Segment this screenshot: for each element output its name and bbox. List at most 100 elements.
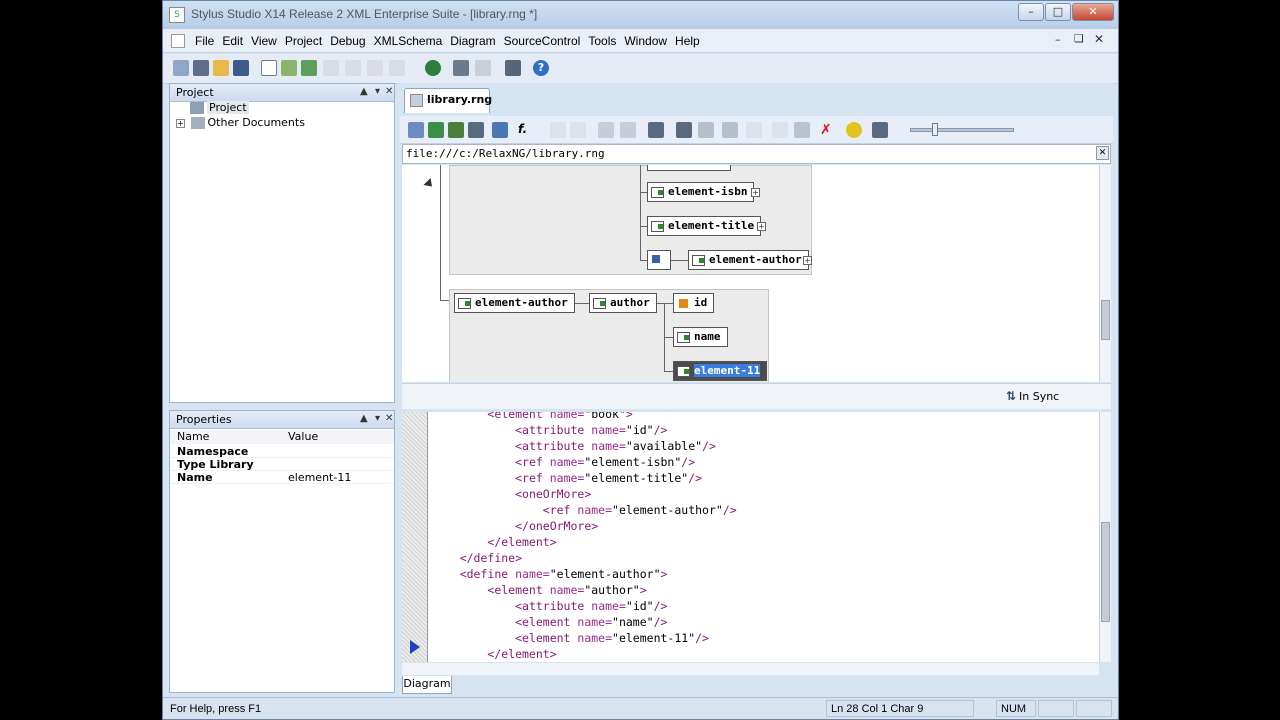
code-line[interactable]: </oneOrMore>: [432, 518, 598, 534]
code-horizontal-scrollbar[interactable]: [402, 663, 1099, 675]
tree-item-project[interactable]: Project: [190, 101, 249, 114]
fit-icon[interactable]: [872, 122, 888, 138]
code-line[interactable]: <element name="author">: [432, 582, 646, 598]
node-author[interactable]: author: [589, 293, 657, 313]
redo-icon[interactable]: [475, 60, 491, 76]
property-value[interactable]: element-11: [288, 471, 351, 484]
code-line[interactable]: <ref name="element-author"/>: [432, 502, 737, 518]
download-icon[interactable]: [468, 122, 484, 138]
menu-help[interactable]: Help: [671, 29, 704, 53]
mdi-restore-icon[interactable]: ❏: [1074, 32, 1084, 45]
menu-diagram[interactable]: Diagram: [446, 29, 499, 53]
function-icon[interactable]: f.: [518, 122, 534, 138]
code-line[interactable]: <oneOrMore>: [432, 486, 591, 502]
cut-icon[interactable]: [323, 60, 339, 76]
refresh-icon[interactable]: [301, 60, 317, 76]
close-panel-icon[interactable]: ✕: [385, 86, 393, 97]
node-element-author-define[interactable]: element-author: [454, 293, 575, 313]
paste-node-icon[interactable]: [620, 122, 636, 138]
close-window-button[interactable]: ✕: [1072, 3, 1114, 21]
undo-icon[interactable]: [453, 60, 469, 76]
sync-icon[interactable]: ⇅: [1006, 389, 1016, 403]
add-attribute-icon[interactable]: [698, 122, 714, 138]
open-folder-icon[interactable]: [213, 60, 229, 76]
node-attribute-id[interactable]: id: [673, 293, 715, 313]
code-vertical-scrollbar[interactable]: [1099, 412, 1111, 662]
scrollbar-thumb[interactable]: [1101, 522, 1110, 622]
new-project-icon[interactable]: [173, 60, 189, 76]
schema-diagram[interactable]: element-isbn + element-title + element-a…: [402, 165, 1099, 382]
menu-file[interactable]: File: [191, 29, 218, 53]
paste-icon[interactable]: [367, 60, 383, 76]
maximize-button[interactable]: □: [1045, 3, 1071, 21]
menu-project[interactable]: Project: [281, 29, 326, 53]
tree-layout-icon[interactable]: [648, 122, 664, 138]
close-panel-icon[interactable]: ✕: [385, 413, 393, 424]
code-line[interactable]: <define name="element-author">: [432, 566, 668, 582]
document-icon[interactable]: [171, 34, 185, 48]
code-line[interactable]: <attribute name="available"/>: [432, 438, 716, 454]
menu-view[interactable]: View: [247, 29, 281, 53]
dropdown-icon[interactable]: ▾: [375, 86, 380, 97]
convert-icon[interactable]: [492, 122, 508, 138]
pin-icon[interactable]: ▲: [360, 413, 368, 424]
delete-node-icon[interactable]: ✗: [820, 122, 836, 138]
move-up-icon[interactable]: [794, 122, 810, 138]
code-line[interactable]: <attribute name="id"/>: [432, 598, 667, 614]
save-icon[interactable]: [233, 60, 249, 76]
property-row[interactable]: Name element-11: [170, 471, 394, 484]
validate-icon[interactable]: [425, 60, 441, 76]
url-field[interactable]: file:///c:/RelaxNG/library.rng: [402, 144, 1111, 164]
help-icon[interactable]: ?: [533, 60, 549, 76]
tab-library-rng[interactable]: library.rng *: [404, 88, 492, 128]
download-icon[interactable]: [193, 60, 209, 76]
window-layout-icon[interactable]: [261, 60, 277, 76]
menu-debug[interactable]: Debug: [326, 29, 369, 53]
expand-icon[interactable]: +: [176, 118, 185, 128]
code-line[interactable]: <element name="book">: [432, 412, 632, 422]
node-element-isbn[interactable]: element-isbn: [647, 182, 755, 202]
delete-icon[interactable]: [389, 60, 405, 76]
validate-schema-icon[interactable]: [428, 122, 444, 138]
code-line[interactable]: </define>: [432, 550, 522, 566]
node-element-title[interactable]: element-title: [647, 216, 762, 236]
code-editor[interactable]: <element name="book"> <attribute name="i…: [402, 412, 1099, 662]
node-element-11[interactable]: element-11: [673, 361, 768, 381]
validate-all-icon[interactable]: [448, 122, 464, 138]
minimize-button[interactable]: –: [1018, 3, 1044, 21]
menu-sourcecontrol[interactable]: SourceControl: [500, 29, 585, 53]
expand-icon[interactable]: +: [757, 222, 766, 231]
close-url-icon[interactable]: ✕: [1096, 146, 1109, 160]
menu-xmlschema[interactable]: XMLSchema: [370, 29, 447, 53]
copy-icon[interactable]: [345, 60, 361, 76]
node-element-author-ref[interactable]: element-author: [688, 250, 809, 270]
dropdown-icon[interactable]: ▾: [375, 413, 380, 424]
code-line[interactable]: <element name="element-11"/>: [432, 630, 709, 646]
new-document-icon[interactable]: [281, 60, 297, 76]
add-group-icon[interactable]: [722, 122, 738, 138]
add-element-icon[interactable]: [676, 122, 692, 138]
diagram-vertical-scrollbar[interactable]: [1099, 165, 1111, 382]
code-line[interactable]: <ref name="element-title"/>: [432, 470, 702, 486]
scrollbar-thumb[interactable]: [1101, 300, 1110, 340]
pin-icon[interactable]: ▲: [360, 86, 368, 97]
mdi-close-icon[interactable]: ✕: [1094, 32, 1104, 46]
code-line[interactable]: </element>: [432, 534, 556, 550]
comment-icon[interactable]: [846, 122, 862, 138]
zoom-slider[interactable]: [910, 128, 1014, 132]
menu-window[interactable]: Window: [620, 29, 671, 53]
code-line[interactable]: <element name="name"/>: [432, 614, 667, 630]
code-line[interactable]: <attribute name="id"/>: [432, 422, 667, 438]
code-line[interactable]: </element>: [432, 646, 556, 662]
property-row[interactable]: Namespace: [170, 445, 394, 458]
title-bar[interactable]: S Stylus Studio X14 Release 2 XML Enterp…: [163, 1, 1118, 29]
property-row[interactable]: Type Library: [170, 458, 394, 471]
expand-icon[interactable]: +: [803, 256, 812, 265]
tree-item-other-documents[interactable]: + Other Documents: [176, 116, 305, 129]
mdi-minimize-icon[interactable]: –: [1055, 33, 1061, 46]
expand-icon[interactable]: +: [751, 188, 760, 197]
code-line[interactable]: <ref name="element-isbn"/>: [432, 454, 695, 470]
zoom-slider-handle[interactable]: [932, 123, 938, 136]
tab-diagram[interactable]: Diagram: [402, 676, 452, 694]
copy-node-icon[interactable]: [598, 122, 614, 138]
